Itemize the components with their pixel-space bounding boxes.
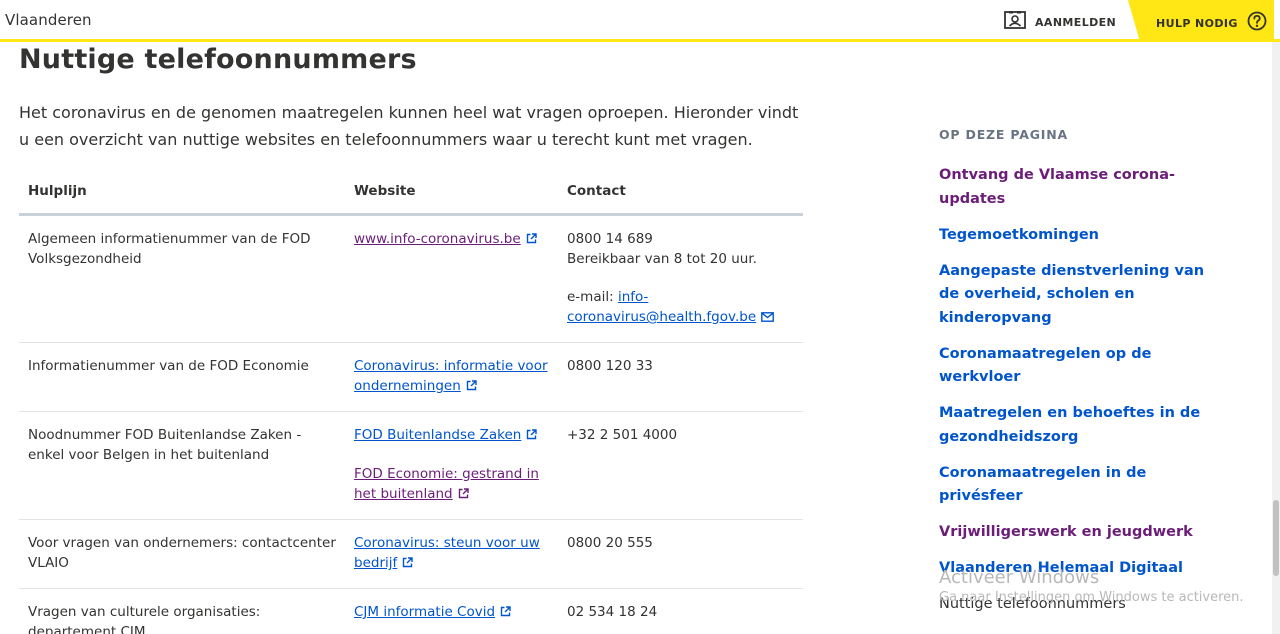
website-cell: www.info-coronavirus.be [345, 214, 558, 343]
contact-hours: Bereikbaar van 8 tot 20 uur. [567, 251, 757, 267]
toc-list: Ontvang de Vlaamse corona-updates Tegemo… [939, 164, 1219, 629]
hulplijn-cell: Informatienummer van de FOD Economie [19, 342, 345, 412]
toc-item-privesfeer[interactable]: Coronamaatregelen in de privésfeer [939, 462, 1219, 509]
table-row: Algemeen informatienummer van de FOD Vol… [19, 214, 803, 343]
question-circle-icon [1247, 11, 1267, 35]
column-header-website: Website [345, 172, 558, 216]
phone-numbers-table: Hulplijn Website Contact Algemeen inform… [19, 172, 803, 634]
column-header-hulplijn: Hulplijn [19, 172, 345, 216]
toc-item-corona-updates[interactable]: Ontvang de Vlaamse corona-updates [939, 164, 1219, 211]
website-cell: Coronavirus: informatie voor onderneming… [345, 342, 558, 412]
contact-cell: 0800 120 33 [558, 342, 803, 412]
table-row: Informatienummer van de FOD Economie Cor… [19, 342, 803, 412]
brand-logo[interactable]: Vlaanderen [5, 11, 92, 29]
external-link-icon [402, 554, 413, 574]
page-title: Nuttige telefoonnummers [19, 44, 417, 75]
website-cell: Coronavirus: steun voor uw bedrijf [345, 519, 558, 589]
watermark-subtitle: Ga naar Instellingen om Windows te activ… [939, 590, 1244, 605]
toc-item-vrijwilligerswerk[interactable]: Vrijwilligerswerk en jeugdwerk [939, 521, 1219, 545]
toc-item-gezondheidszorg[interactable]: Maatregelen en behoeftes in de gezondhei… [939, 402, 1219, 449]
hulplijn-cell: Vragen van culturele organisaties: depar… [19, 588, 345, 634]
help-label: HULP NODIG [1156, 16, 1238, 30]
website-cell: FOD Buitenlandse Zaken FOD Economie: ges… [345, 411, 558, 520]
table-row: Noodnummer FOD Buitenlandse Zaken - enke… [19, 411, 803, 520]
login-label: AANMELDEN [1035, 15, 1117, 29]
table-header-row: Hulplijn Website Contact [19, 172, 803, 216]
website-link[interactable]: www.info-coronavirus.be [354, 231, 521, 247]
website-link-secondary[interactable]: FOD Economie: gestrand in het buitenland [354, 466, 539, 502]
watermark-title: Activeer Windows [939, 567, 1100, 588]
id-card-icon [1004, 11, 1026, 33]
toc-heading: OP DEZE PAGINA [939, 127, 1068, 142]
contact-cell: +32 2 501 4000 [558, 411, 803, 520]
contact-phone: 0800 14 689 [567, 231, 653, 247]
page-scrollbar[interactable] [1272, 42, 1280, 634]
help-panel: HULP NODIG [1128, 0, 1274, 42]
login-button[interactable]: AANMELDEN [1004, 11, 1116, 33]
email-label: e-mail: [567, 289, 614, 305]
intro-text: Het coronavirus en de genomen maatregele… [19, 103, 799, 149]
table-row: Voor vragen van ondernemers: contactcent… [19, 519, 803, 589]
toc-item-dienstverlening[interactable]: Aangepaste dienstverlening van de overhe… [939, 260, 1219, 331]
mail-icon [761, 308, 775, 328]
external-link-icon [466, 377, 477, 397]
website-link[interactable]: Coronavirus: steun voor uw bedrijf [354, 535, 540, 571]
contact-cell: 0800 20 555 [558, 519, 803, 589]
contact-cell: 02 534 18 24 [558, 588, 803, 634]
external-link-icon [500, 603, 511, 623]
toc-item-werkvloer[interactable]: Coronamaatregelen op de werkvloer [939, 343, 1219, 390]
hulplijn-cell: Voor vragen van ondernemers: contactcent… [19, 519, 345, 589]
website-link[interactable]: FOD Buitenlandse Zaken [354, 427, 521, 443]
hulplijn-cell: Noodnummer FOD Buitenlandse Zaken - enke… [19, 411, 345, 520]
contact-cell: 0800 14 689 Bereikbaar van 8 tot 20 uur.… [558, 214, 803, 343]
website-link[interactable]: CJM informatie Covid [354, 604, 495, 620]
website-cell: CJM informatie Covid [345, 588, 558, 634]
external-link-icon [526, 230, 537, 250]
hulplijn-cell: Algemeen informatienummer van de FOD Vol… [19, 214, 345, 343]
table-row: Vragen van culturele organisaties: depar… [19, 588, 803, 634]
windows-activation-watermark: Activeer Windows Ga naar Instellingen om… [939, 567, 1244, 605]
column-header-contact: Contact [558, 172, 803, 216]
toc-item-tegemoetkomingen[interactable]: Tegemoetkomingen [939, 224, 1219, 248]
website-link[interactable]: Coronavirus: informatie voor onderneming… [354, 358, 548, 394]
scrollbar-thumb[interactable] [1273, 500, 1279, 576]
site-header: Vlaanderen AANMELDEN HULP NODIG [0, 0, 1280, 42]
external-link-icon [526, 426, 538, 446]
help-button[interactable]: HULP NODIG [1156, 11, 1267, 35]
external-link-icon [458, 485, 469, 505]
